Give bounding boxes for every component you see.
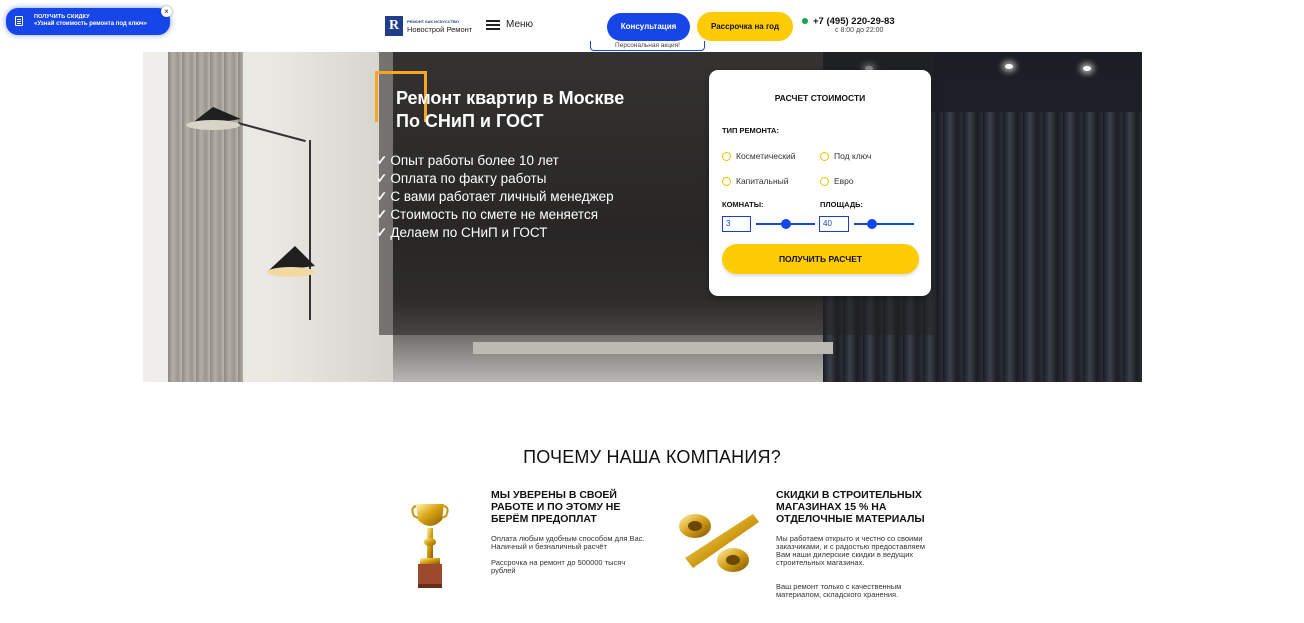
trophy-icon (411, 504, 449, 588)
cost-calculator: РАСЧЕТ СТОИМОСТИ ТИП РЕМОНТА: Косметичес… (709, 70, 931, 296)
radio-icon[interactable] (820, 177, 829, 186)
ceiling-light-icon (1005, 64, 1013, 69)
rooms-label: КОМНАТЫ: (722, 200, 764, 209)
phone-number[interactable]: +7 (495) 220-29-83 (813, 16, 895, 27)
repair-type-label: ТИП РЕМОНТА: (722, 126, 779, 135)
rooms-input[interactable]: 3 (722, 216, 751, 232)
close-icon[interactable]: × (161, 6, 172, 17)
discount-promo-badge[interactable]: ПОЛУЧИТЬ СКИДКУ «Узнай стоимость ремонта… (6, 6, 172, 35)
logo[interactable]: R РЕМОНТ КАК ИСКУССТВО Новострой Ремонт (385, 16, 472, 36)
check-icon: ✓ (376, 207, 388, 222)
hero-title-line1: Ремонт квартир в Москве (396, 88, 625, 108)
kitchen-counter-image (473, 342, 833, 354)
section-title: ПОЧЕМУ НАША КОМПАНИЯ? (523, 447, 781, 467)
document-icon (15, 16, 23, 26)
area-label: ПЛОЩАДЬ: (820, 200, 864, 209)
feature-item: ✓ Делаем по СНиП и ГОСТ (376, 225, 548, 240)
hamburger-icon (486, 20, 500, 22)
menu-button[interactable]: Меню (486, 19, 538, 33)
rooms-slider[interactable] (756, 217, 815, 231)
personal-offer-label[interactable]: Персональная акция! (590, 41, 705, 51)
card-title-discounts: СКИДКИ В СТРОИТЕЛЬНЫХ МАГАЗИНАХ 15 % НА … (776, 489, 925, 525)
slider-track (854, 223, 914, 225)
hero-title: Ремонт квартир в Москве По СНиП и ГОСТ (396, 87, 696, 133)
card-text: Ваш ремонт только с качественным материа… (776, 582, 902, 599)
slider-thumb[interactable] (867, 219, 877, 229)
logo-name: Новострой Ремонт (407, 25, 473, 34)
hero-title-line2: По СНиП и ГОСТ (396, 111, 544, 131)
wall-lamp-icon (186, 107, 241, 130)
calculator-title: РАСЧЕТ СТОИМОСТИ (774, 93, 866, 103)
get-estimate-button[interactable]: ПОЛУЧИТЬ РАСЧЕТ (722, 244, 919, 274)
check-icon: ✓ (376, 153, 388, 168)
area-slider[interactable] (854, 217, 914, 231)
feature-item: ✓ Стоимость по смете не меняется (376, 207, 599, 222)
card-text: Оплата любым удобным способом для Вас. Н… (491, 534, 645, 551)
working-hours: с 8:00 до 22:00 (835, 27, 884, 34)
card-title-no-prepayment: МЫ УВЕРЕНЫ В СВОЕЙ РАБОТЕ И ПО ЭТОМУ НЕ … (491, 489, 621, 525)
card-text: Мы работаем открыто и честно со своими з… (776, 534, 925, 567)
promo-subtitle: «Узнай стоимость ремонта под ключ» (34, 21, 147, 27)
logo-tagline: РЕМОНТ КАК ИСКУССТВО (407, 19, 459, 24)
lamp-pole (309, 140, 311, 320)
logo-mark: R (385, 16, 403, 36)
feature-item: ✓ Опыт работы более 10 лет (376, 153, 559, 168)
percent-icon (679, 514, 759, 572)
promo-title: ПОЛУЧИТЬ СКИДКУ (34, 14, 90, 20)
wall-lamp-icon (267, 246, 315, 277)
feature-list: ✓ Опыт работы более 10 лет ✓ Оплата по фак… (376, 152, 696, 242)
card-text: Рассрочка на ремонт до 500000 тысяч рубл… (491, 558, 626, 575)
installment-button[interactable]: Рассрочка на год (697, 12, 793, 41)
area-input[interactable]: 40 (819, 216, 849, 232)
menu-label: Меню (506, 19, 534, 30)
check-icon: ✓ (376, 225, 388, 240)
feature-item: ✓ С вами работает личный менеджер (376, 189, 614, 204)
status-dot-icon (802, 18, 808, 24)
radio-icon[interactable] (722, 152, 731, 161)
consultation-button[interactable]: Консультация (607, 13, 690, 41)
radio-icon[interactable] (820, 152, 829, 161)
ceiling-light-icon (1083, 66, 1091, 71)
feature-item: ✓ Оплата по факту работы (376, 171, 547, 186)
slider-thumb[interactable] (780, 219, 791, 229)
curtain-image (168, 52, 243, 382)
check-icon: ✓ (376, 171, 388, 186)
check-icon: ✓ (376, 189, 388, 204)
radio-icon[interactable] (722, 177, 731, 186)
